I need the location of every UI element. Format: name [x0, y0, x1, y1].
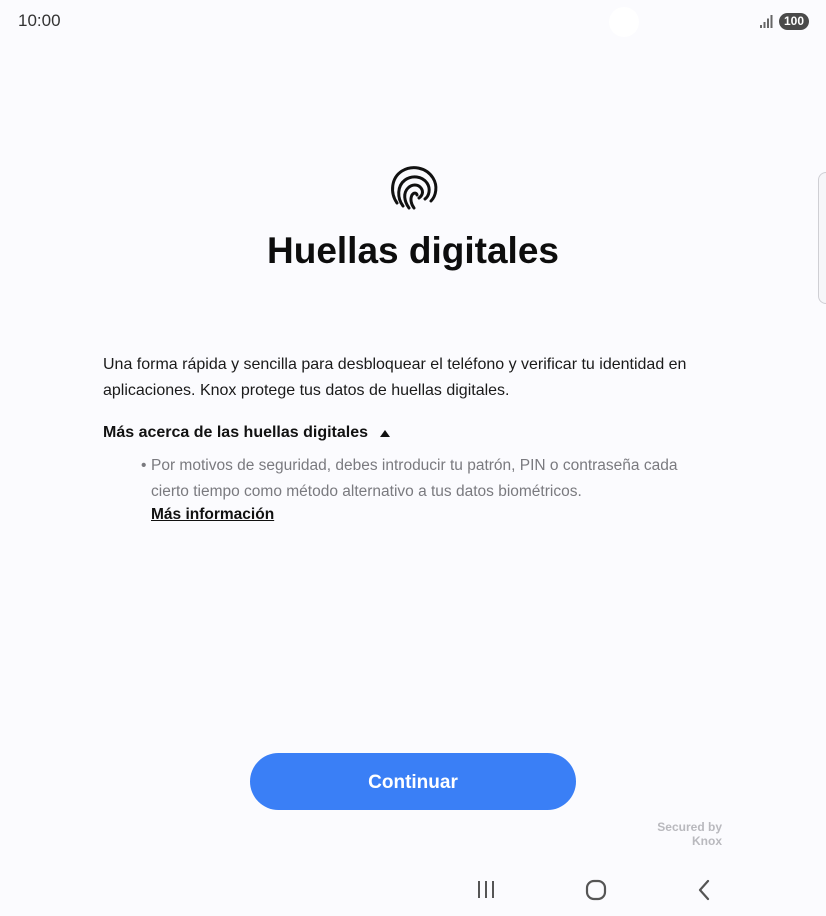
more-toggle-label: Más acerca de las huellas digitales	[103, 424, 369, 441]
back-icon[interactable]	[693, 877, 717, 903]
more-about-fingerprints-toggle[interactable]: Más acerca de las huellas digitales	[103, 422, 391, 444]
recents-icon[interactable]	[473, 879, 499, 901]
triangle-up-icon	[380, 429, 391, 437]
bullet-text: Por motivos de seguridad, debes introduc…	[151, 457, 678, 500]
bullet-block: • Por motivos de seguridad, debes introd…	[141, 453, 711, 524]
secured-by-knox-badge: Secured by Knox	[657, 820, 722, 848]
navigation-bar	[0, 868, 826, 912]
description-text: Una forma rápida y sencilla para desbloq…	[103, 356, 687, 399]
more-info-link[interactable]: Más información	[151, 506, 274, 524]
battery-badge: 100	[779, 13, 809, 30]
secured-by-line: Secured by	[657, 820, 722, 834]
bullet-item: • Por motivos de seguridad, debes introd…	[141, 453, 711, 505]
page-title: Huellas digitales	[267, 230, 559, 271]
camera-cutout	[609, 7, 639, 37]
bullet-marker: •	[141, 457, 147, 474]
signal-bars-icon	[760, 15, 773, 28]
continue-button[interactable]: Continuar	[250, 753, 576, 810]
home-icon[interactable]	[583, 877, 609, 903]
status-time: 10:00	[18, 11, 61, 30]
status-bar: 10:00 100	[0, 0, 826, 44]
knox-line: Knox	[692, 834, 722, 848]
fingerprint-icon	[391, 166, 438, 210]
